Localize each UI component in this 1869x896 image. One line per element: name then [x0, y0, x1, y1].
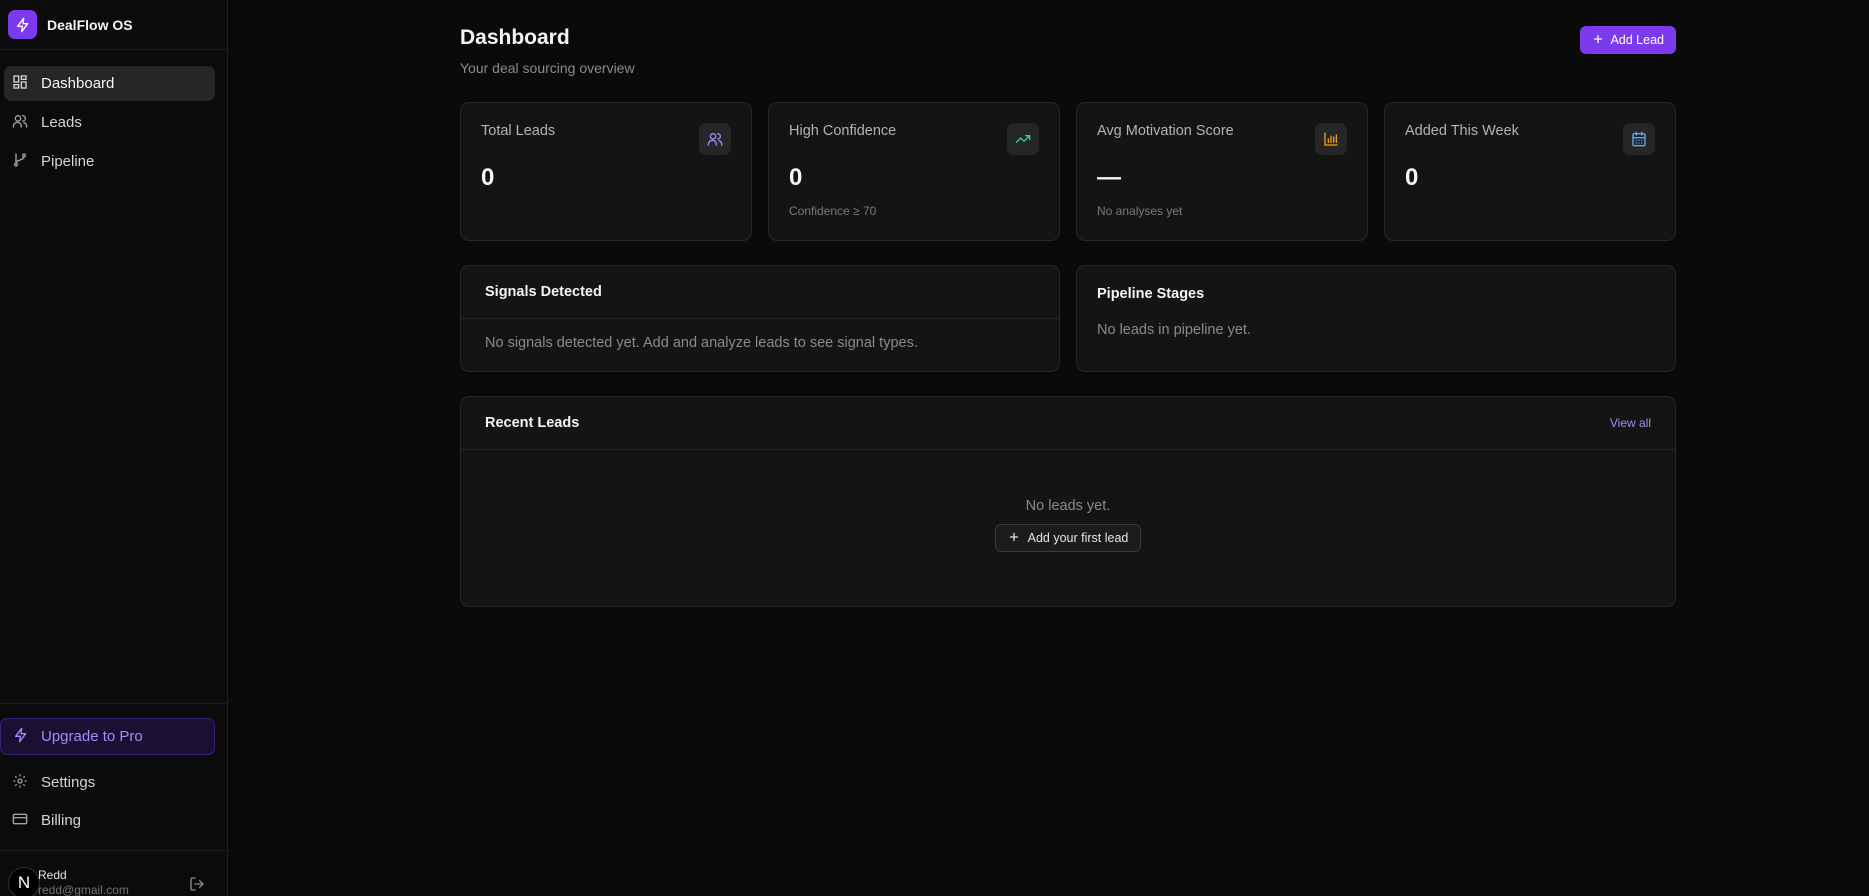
- plus-icon: [1008, 531, 1020, 546]
- stat-note: No analyses yet: [1097, 204, 1183, 218]
- zap-icon: [13, 727, 29, 747]
- sidebar-item-billing[interactable]: Billing: [4, 803, 215, 838]
- page-header: Dashboard Your deal sourcing overview Ad…: [460, 26, 1676, 86]
- sidebar-item-pipeline[interactable]: Pipeline: [4, 144, 215, 179]
- upgrade-label: Upgrade to Pro: [41, 728, 143, 745]
- sidebar-item-leads[interactable]: Leads: [4, 105, 215, 140]
- stats-grid: Total Leads 0 High Confidence 0 Confiden…: [460, 102, 1676, 241]
- stat-label: Avg Motivation Score: [1097, 123, 1234, 139]
- stat-card-avg-motivation: Avg Motivation Score — No analyses yet: [1076, 102, 1368, 241]
- git-branch-icon: [12, 152, 28, 172]
- bar-chart-icon: [1315, 123, 1347, 155]
- recent-leads-empty: No leads yet.: [1025, 498, 1111, 514]
- stat-card-total-leads: Total Leads 0: [460, 102, 752, 241]
- add-first-lead-label: Add your first lead: [1027, 531, 1129, 545]
- zap-icon: [8, 10, 37, 39]
- insights-row: Signals Detected No signals detected yet…: [460, 265, 1676, 372]
- credit-card-icon: [12, 811, 28, 831]
- calendar-icon: [1623, 123, 1655, 155]
- user-name: Redd: [38, 868, 67, 882]
- pipeline-panel: Pipeline Stages No leads in pipeline yet…: [1076, 265, 1676, 372]
- stat-label: Added This Week: [1405, 123, 1519, 139]
- stat-value: 0: [789, 164, 803, 191]
- signals-panel: Signals Detected No signals detected yet…: [460, 265, 1060, 372]
- brand[interactable]: DealFlow OS: [0, 0, 227, 50]
- sidebar-item-label: Pipeline: [41, 153, 95, 170]
- stat-note: Confidence ≥ 70: [789, 204, 877, 218]
- add-first-lead-button[interactable]: Add your first lead: [994, 524, 1142, 552]
- app-root: DealFlow OS Dashboard Leads Pipeline Upg…: [0, 0, 1869, 896]
- signals-title: Signals Detected: [485, 284, 602, 300]
- sidebar-item-label: Dashboard: [41, 75, 115, 92]
- page-subtitle: Your deal sourcing overview: [460, 60, 635, 76]
- sidebar-item-label: Settings: [41, 774, 96, 791]
- trending-up-icon: [1007, 123, 1039, 155]
- stat-card-added-this-week: Added This Week 0: [1384, 102, 1676, 241]
- users-icon: [699, 123, 731, 155]
- users-icon: [12, 113, 28, 133]
- sidebar-item-settings[interactable]: Settings: [4, 765, 215, 800]
- stat-label: Total Leads: [481, 123, 556, 139]
- add-lead-label: Add Lead: [1610, 33, 1664, 47]
- recent-leads-body: No leads yet. Add your first lead: [461, 450, 1675, 552]
- recent-leads-header: Recent Leads View all: [461, 397, 1675, 450]
- recent-leads-title: Recent Leads: [485, 415, 580, 431]
- user-profile[interactable]: N Redd redd@gmail.com: [0, 850, 227, 896]
- layout-grid-icon: [12, 74, 28, 94]
- sidebar: DealFlow OS Dashboard Leads Pipeline Upg…: [0, 0, 228, 896]
- sidebar-item-label: Billing: [41, 812, 82, 829]
- dashboard: Dashboard Your deal sourcing overview Ad…: [460, 26, 1676, 607]
- stat-label: High Confidence: [789, 123, 897, 139]
- sidebar-item-dashboard[interactable]: Dashboard: [4, 66, 215, 101]
- recent-leads-panel: Recent Leads View all No leads yet. Add …: [460, 396, 1676, 607]
- sidebar-nav: Dashboard Leads Pipeline: [0, 50, 227, 179]
- main-content: Dashboard Your deal sourcing overview Ad…: [228, 0, 1869, 896]
- plus-icon: [1592, 33, 1604, 48]
- sidebar-bottom: Upgrade to Pro Settings Billing N Redd r…: [0, 703, 227, 896]
- signals-empty: No signals detected yet. Add and analyze…: [485, 335, 918, 351]
- bottom-nav: Settings Billing: [0, 765, 227, 838]
- stat-card-high-confidence: High Confidence 0 Confidence ≥ 70: [768, 102, 1060, 241]
- add-lead-button[interactable]: Add Lead: [1580, 26, 1676, 54]
- pipeline-title: Pipeline Stages: [1097, 286, 1205, 302]
- signals-header: Signals Detected: [461, 266, 1059, 319]
- stat-value: 0: [481, 164, 495, 191]
- logout-icon[interactable]: [189, 876, 205, 896]
- sidebar-item-label: Leads: [41, 114, 82, 131]
- upgrade-button[interactable]: Upgrade to Pro: [0, 718, 215, 755]
- stat-value: —: [1097, 164, 1121, 191]
- brand-name: DealFlow OS: [47, 16, 133, 33]
- avatar: N: [8, 867, 40, 896]
- user-email: redd@gmail.com: [38, 883, 129, 896]
- view-all-link[interactable]: View all: [1610, 416, 1651, 430]
- page-title: Dashboard: [460, 26, 570, 49]
- pipeline-empty: No leads in pipeline yet.: [1097, 322, 1251, 338]
- stat-value: 0: [1405, 164, 1419, 191]
- gear-icon: [12, 773, 28, 793]
